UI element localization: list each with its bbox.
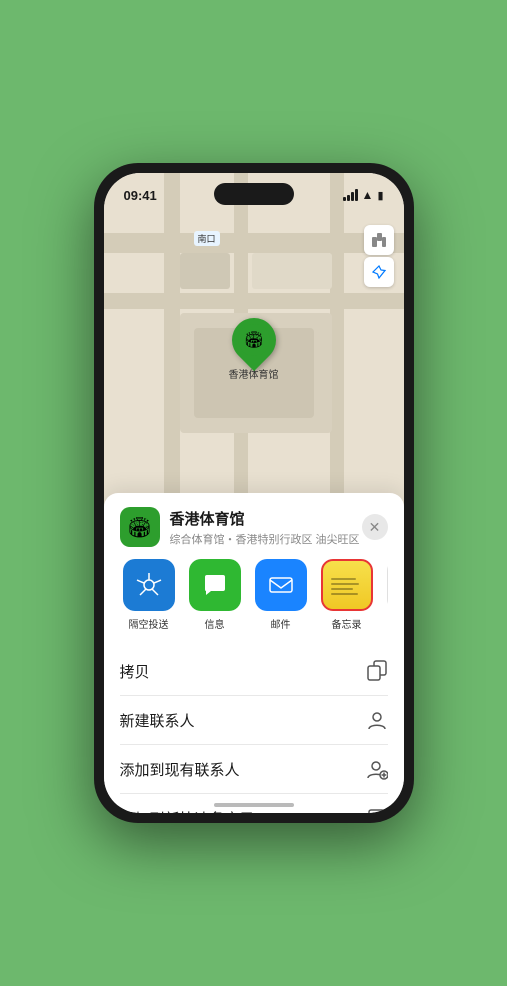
- action-new-contact-text: 新建联系人: [120, 710, 195, 731]
- sheet-header: 🏟 香港体育馆 综合体育馆・香港特别行政区 油尖旺区 ✕: [120, 507, 388, 547]
- notes-label: 备忘录: [332, 616, 362, 631]
- messages-icon: [189, 559, 241, 611]
- map-area[interactable]: 南口: [104, 173, 404, 543]
- messages-label: 信息: [205, 616, 225, 631]
- map-type-button[interactable]: [364, 225, 394, 255]
- location-button[interactable]: [364, 257, 394, 287]
- airdrop-icon: [123, 559, 175, 611]
- phone-shell: 09:41 ▲ ▮: [94, 163, 414, 823]
- venue-info: 香港体育馆 综合体育馆・香港特别行政区 油尖旺区: [170, 508, 362, 547]
- share-row: 隔空投送 信息: [120, 559, 388, 639]
- close-button[interactable]: ✕: [362, 514, 388, 540]
- map-road: [104, 293, 404, 309]
- action-add-existing[interactable]: 添加到现有联系人: [120, 745, 388, 794]
- map-entrance-label: 南口: [194, 231, 220, 246]
- map-pin: 🏟: [222, 309, 284, 371]
- action-add-note-text: 添加到新快速备忘录: [120, 808, 255, 814]
- dynamic-island: [214, 183, 294, 205]
- map-pin-venue-icon: 🏟: [243, 330, 263, 350]
- mail-label: 邮件: [271, 616, 291, 631]
- status-icons: ▲ ▮: [343, 188, 384, 202]
- notes-icon: [321, 559, 373, 611]
- map-pin-container: 🏟 香港体育馆: [229, 318, 279, 381]
- share-item-mail[interactable]: 邮件: [252, 559, 310, 631]
- action-add-existing-text: 添加到现有联系人: [120, 759, 240, 780]
- battery-icon: ▮: [377, 189, 383, 202]
- share-item-more[interactable]: 提: [384, 559, 388, 631]
- new-contact-icon: [366, 709, 388, 731]
- mail-icon: [255, 559, 307, 611]
- phone-screen: 09:41 ▲ ▮: [104, 173, 404, 813]
- share-item-airdrop[interactable]: 隔空投送: [120, 559, 178, 631]
- copy-icon: [366, 660, 388, 682]
- signal-icon: [343, 189, 358, 201]
- action-copy[interactable]: 拷贝: [120, 647, 388, 696]
- map-road: [164, 173, 180, 543]
- add-existing-icon: [366, 758, 388, 780]
- map-block: [252, 253, 332, 289]
- status-time: 09:41: [124, 188, 157, 203]
- map-block: [180, 253, 230, 289]
- share-item-notes[interactable]: 备忘录: [318, 559, 376, 631]
- more-icon: [387, 559, 388, 611]
- action-new-contact[interactable]: 新建联系人: [120, 696, 388, 745]
- wifi-icon: ▲: [362, 188, 374, 202]
- venue-title: 香港体育馆: [170, 508, 362, 529]
- add-note-icon: [366, 807, 388, 813]
- action-copy-text: 拷贝: [120, 661, 150, 682]
- map-pin-inner: 🏟: [238, 324, 270, 356]
- bottom-sheet: 🏟 香港体育馆 综合体育馆・香港特别行政区 油尖旺区 ✕: [104, 493, 404, 813]
- airdrop-label: 隔空投送: [129, 616, 169, 631]
- home-indicator: [214, 803, 294, 807]
- share-item-messages[interactable]: 信息: [186, 559, 244, 631]
- venue-subtitle: 综合体育馆・香港特别行政区 油尖旺区: [170, 531, 362, 547]
- map-controls: [364, 225, 394, 287]
- map-road: [104, 233, 404, 253]
- venue-icon: 🏟: [120, 507, 160, 547]
- action-list: 拷贝 新建联系人 添加到现有联系人: [120, 647, 388, 813]
- map-road: [330, 173, 344, 543]
